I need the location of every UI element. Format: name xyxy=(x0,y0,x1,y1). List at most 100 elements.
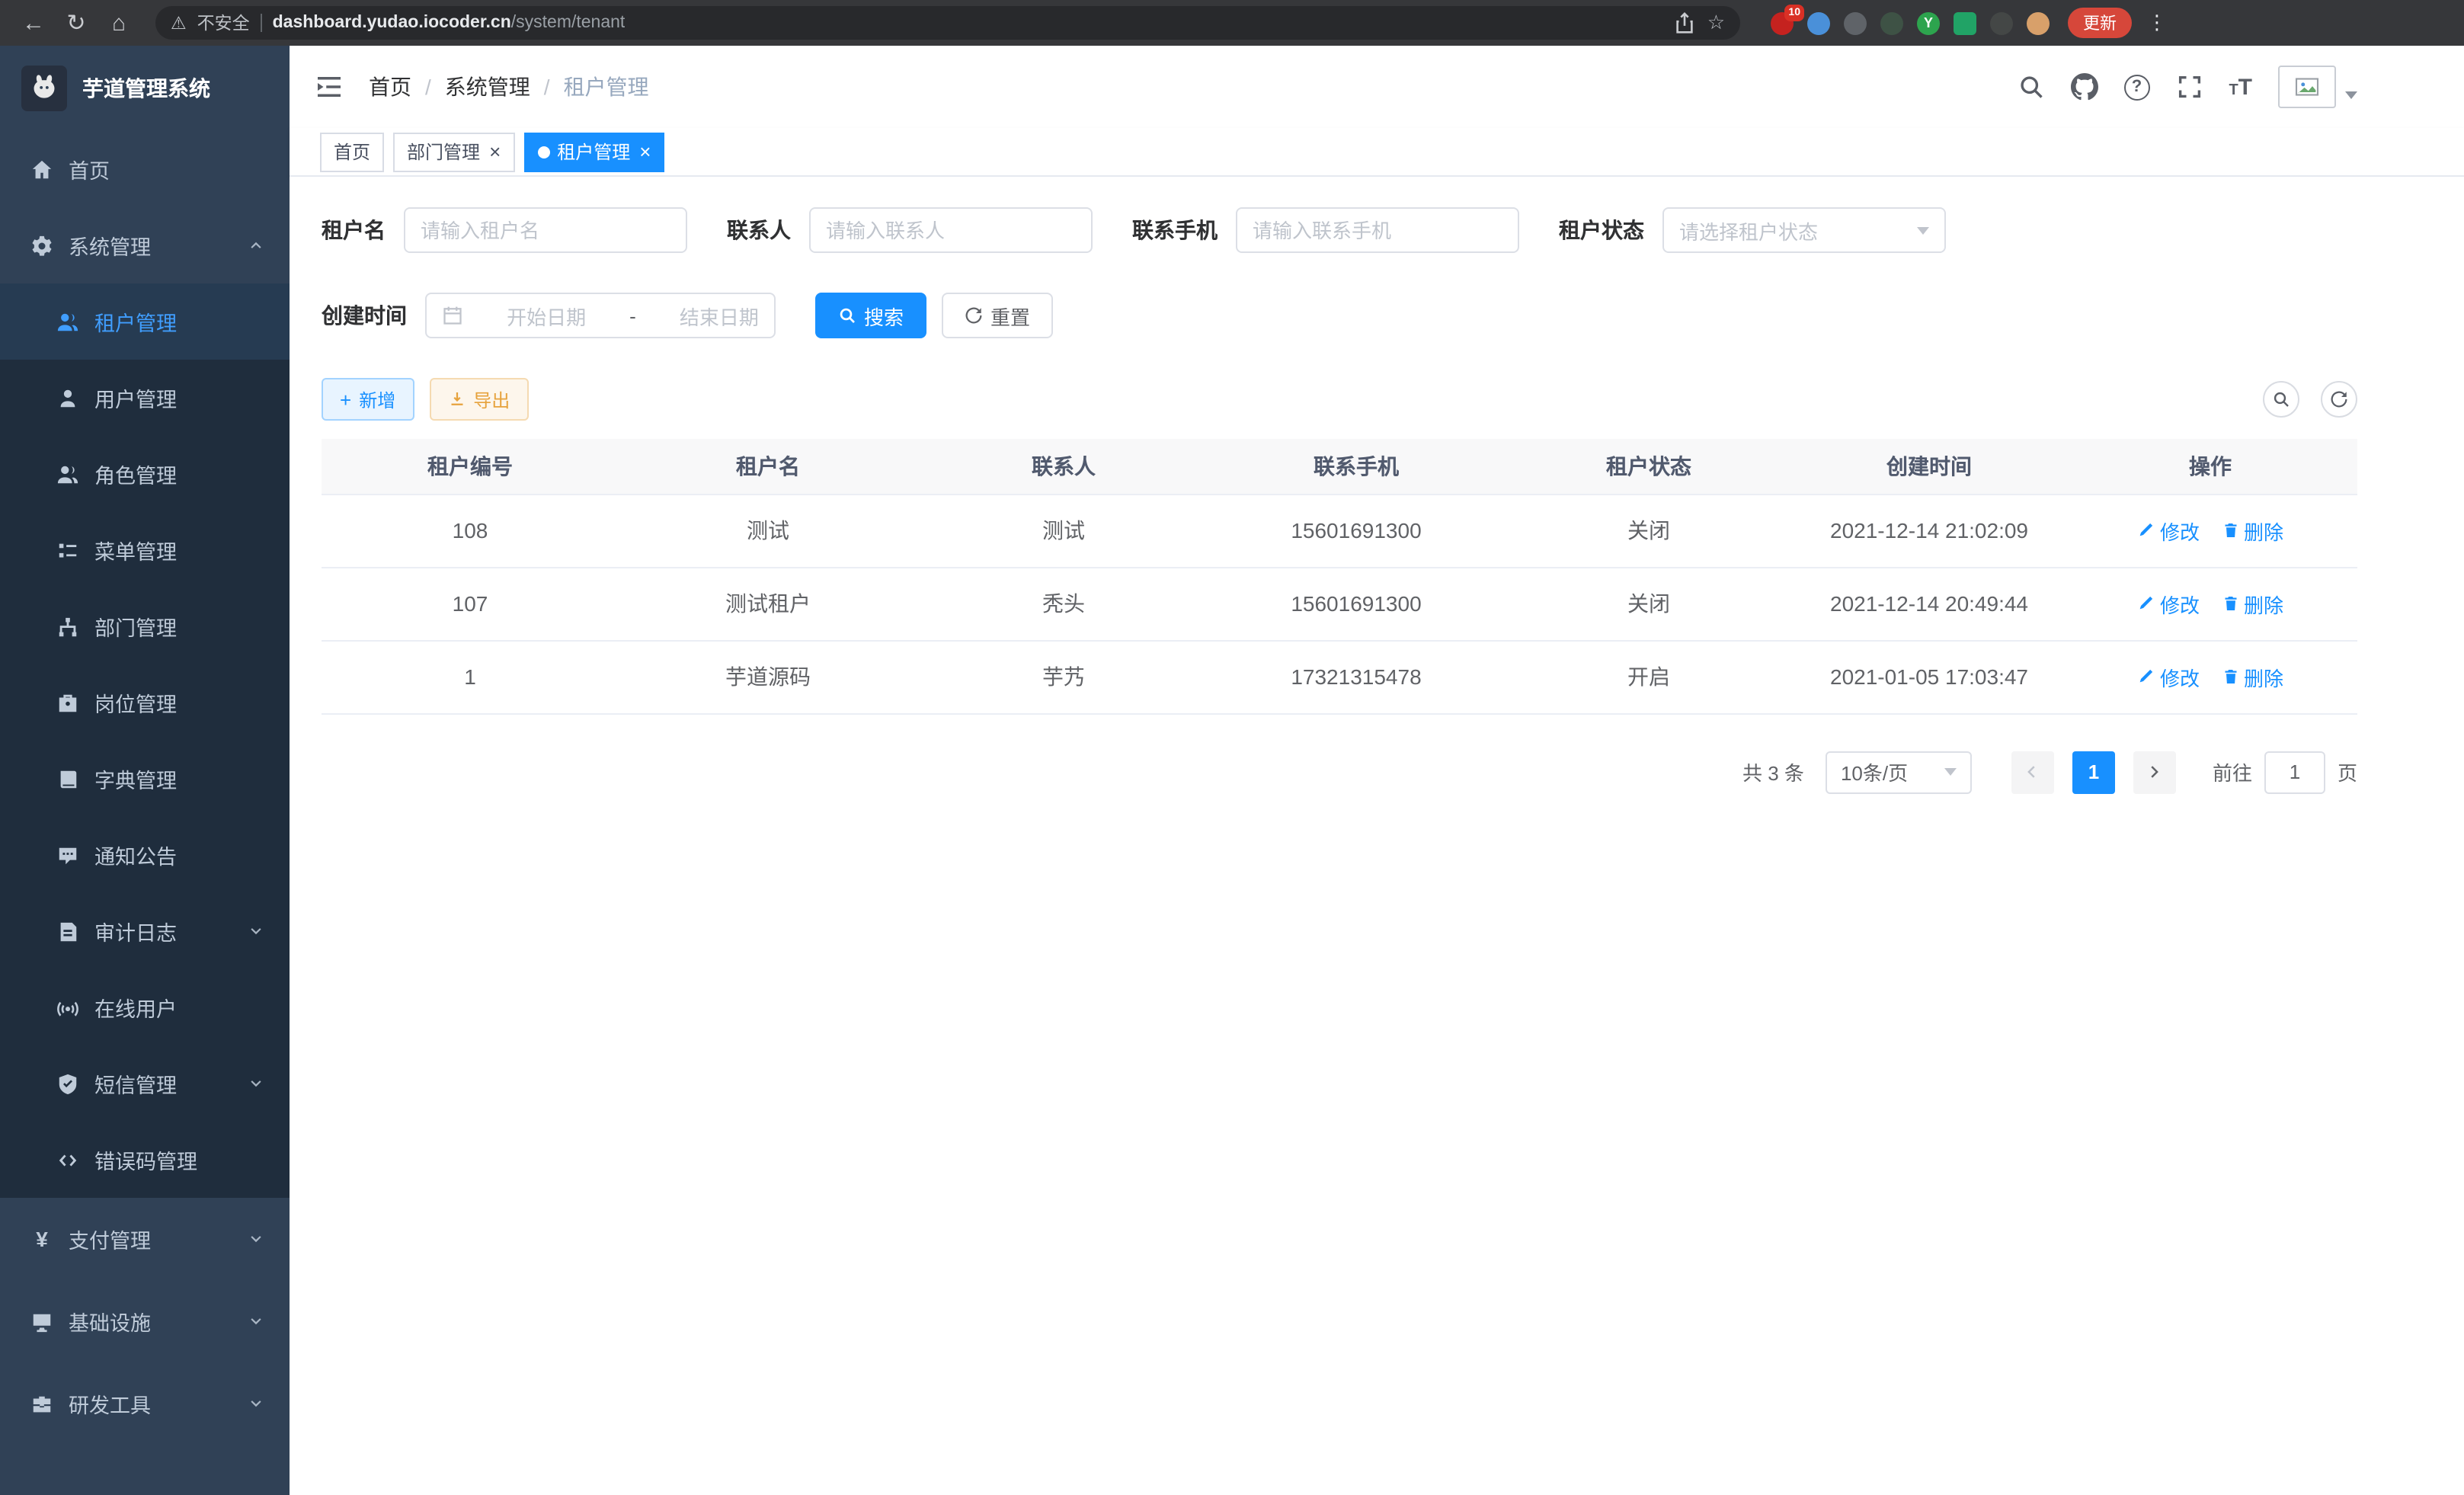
sidebar-item-sms[interactable]: 短信管理 xyxy=(0,1045,290,1122)
edit-button[interactable]: 修改 xyxy=(2137,589,2200,618)
logo[interactable]: 芋道管理系统 xyxy=(0,46,290,131)
next-page-button[interactable] xyxy=(2133,751,2176,793)
sidebar-item-home[interactable]: 首页 xyxy=(0,131,290,207)
sidebar-item-system[interactable]: 系统管理 xyxy=(0,207,290,283)
contact-input[interactable] xyxy=(826,219,1076,242)
goto-page-input[interactable] xyxy=(2264,751,2325,793)
tab-label: 首页 xyxy=(334,139,370,165)
close-icon[interactable]: × xyxy=(639,142,651,162)
extension-icon[interactable] xyxy=(1954,11,1976,34)
extension-icon[interactable] xyxy=(1990,11,2013,34)
user-menu[interactable] xyxy=(2278,66,2357,108)
chevron-down-icon xyxy=(247,1074,265,1093)
toggle-search-button[interactable] xyxy=(2263,381,2299,418)
sidebar-item-label: 用户管理 xyxy=(94,383,177,413)
fullscreen-icon[interactable] xyxy=(2175,73,2203,101)
cell-name: 测试 xyxy=(619,494,917,567)
status-select[interactable]: 请选择租户状态 xyxy=(1662,207,1946,253)
cell-mobile: 17321315478 xyxy=(1210,640,1502,713)
chevron-down-icon xyxy=(2345,91,2357,98)
delete-button[interactable]: 删除 xyxy=(2221,516,2283,545)
extension-icon[interactable]: 10 xyxy=(1771,11,1794,34)
mobile-input[interactable] xyxy=(1253,219,1502,242)
prev-page-button[interactable] xyxy=(2011,751,2054,793)
pagination-goto: 前往 页 xyxy=(2213,751,2357,793)
reload-icon[interactable]: ↻ xyxy=(58,5,94,41)
back-icon[interactable]: ← xyxy=(15,5,52,41)
edit-button[interactable]: 修改 xyxy=(2137,662,2200,691)
tab-tenant[interactable]: 租户管理 × xyxy=(523,132,664,171)
extension-icon[interactable] xyxy=(1807,11,1830,34)
sidebar-item-audit[interactable]: 审计日志 xyxy=(0,893,290,969)
github-icon[interactable] xyxy=(2070,73,2098,101)
table-toolbar: + 新增 导出 xyxy=(322,378,2357,421)
filter-create-time: 创建时间 开始日期 - 结束日期 xyxy=(322,293,776,338)
delete-button[interactable]: 删除 xyxy=(2221,662,2283,691)
tab-dept[interactable]: 部门管理 × xyxy=(393,132,514,171)
reset-button[interactable]: 重置 xyxy=(942,293,1053,338)
sidebar-item-post[interactable]: 岗位管理 xyxy=(0,664,290,741)
cell-name: 测试租户 xyxy=(619,567,917,640)
filter-label: 租户名 xyxy=(322,215,404,245)
cell-time: 2021-12-14 21:02:09 xyxy=(1795,494,2063,567)
share-icon[interactable] xyxy=(1674,11,1697,34)
font-size-icon[interactable]: TT xyxy=(2229,75,2252,98)
sidebar-item-infra[interactable]: 基础设施 xyxy=(0,1280,290,1362)
sidebar-item-errcode[interactable]: 错误码管理 xyxy=(0,1122,290,1198)
chevron-down-icon xyxy=(1944,768,1957,776)
tenant-table: 租户编号 租户名 联系人 联系手机 租户状态 创建时间 操作 108 测试 xyxy=(322,439,2357,714)
extension-icon[interactable]: Y xyxy=(1917,11,1940,34)
sidebar-item-role[interactable]: 角色管理 xyxy=(0,436,290,512)
browser-menu-icon[interactable]: ⋮ xyxy=(2147,11,2167,35)
sidebar-item-dept[interactable]: 部门管理 xyxy=(0,588,290,664)
tenant-name-input[interactable] xyxy=(421,219,670,242)
tab-home[interactable]: 首页 xyxy=(320,132,384,171)
breadcrumb-home[interactable]: 首页 xyxy=(369,72,411,102)
bookmark-star-icon[interactable]: ☆ xyxy=(1707,11,1725,35)
table-header-row: 租户编号 租户名 联系人 联系手机 租户状态 创建时间 操作 xyxy=(322,439,2357,494)
security-warning-label[interactable]: 不安全 xyxy=(197,11,250,35)
search-icon[interactable] xyxy=(2017,73,2044,101)
extension-icon[interactable] xyxy=(1844,11,1867,34)
profile-avatar-icon[interactable] xyxy=(2027,11,2050,34)
edit-button[interactable]: 修改 xyxy=(2137,516,2200,545)
date-range-picker[interactable]: 开始日期 - 结束日期 xyxy=(425,293,776,338)
users-icon xyxy=(56,310,79,333)
delete-button[interactable]: 删除 xyxy=(2221,589,2283,618)
roles-icon xyxy=(56,463,79,485)
url-path: /system/tenant xyxy=(511,14,626,32)
sidebar-item-user[interactable]: 用户管理 xyxy=(0,360,290,436)
search-button[interactable]: 搜索 xyxy=(815,293,926,338)
page-size-select[interactable]: 10条/页 xyxy=(1826,751,1972,793)
sidebar-item-pay[interactable]: ¥ 支付管理 xyxy=(0,1198,290,1280)
table-tools xyxy=(2263,381,2357,418)
broadcast-icon xyxy=(56,996,79,1019)
sidebar-item-tools[interactable]: 研发工具 xyxy=(0,1362,290,1445)
browser-home-icon[interactable]: ⌂ xyxy=(101,5,137,41)
sidebar-item-label: 系统管理 xyxy=(69,230,151,261)
sidebar-item-notice[interactable]: 通知公告 xyxy=(0,817,290,893)
user-icon xyxy=(56,386,79,409)
browser-update-button[interactable]: 更新 xyxy=(2068,8,2132,38)
close-icon[interactable]: × xyxy=(489,142,501,162)
breadcrumb-system[interactable]: 系统管理 xyxy=(445,72,530,102)
sidebar-item-tenant[interactable]: 租户管理 xyxy=(0,283,290,360)
add-button[interactable]: + 新增 xyxy=(322,378,414,421)
refresh-button[interactable] xyxy=(2321,381,2357,418)
cell-time: 2021-01-05 17:03:47 xyxy=(1795,640,2063,713)
export-button[interactable]: 导出 xyxy=(429,378,528,421)
address-bar[interactable]: ⚠ 不安全 dashboard.yudao.iocoder.cn/system/… xyxy=(155,6,1740,40)
sidebar-item-label: 通知公告 xyxy=(94,840,177,870)
sidebar-item-menu[interactable]: 菜单管理 xyxy=(0,512,290,588)
sidebar-item-dict[interactable]: 字典管理 xyxy=(0,741,290,817)
help-icon[interactable]: ? xyxy=(2123,74,2149,100)
sidebar-toggle-icon[interactable] xyxy=(314,72,344,102)
home-icon xyxy=(30,158,53,181)
extension-icon[interactable] xyxy=(1880,11,1903,34)
sidebar-item-online[interactable]: 在线用户 xyxy=(0,969,290,1045)
pagination-total: 共 3 条 xyxy=(1742,757,1804,786)
page-number-current[interactable]: 1 xyxy=(2072,751,2115,793)
col-header-time: 创建时间 xyxy=(1795,439,2063,494)
avatar xyxy=(2278,66,2336,108)
extension-badge: 10 xyxy=(1784,4,1804,21)
